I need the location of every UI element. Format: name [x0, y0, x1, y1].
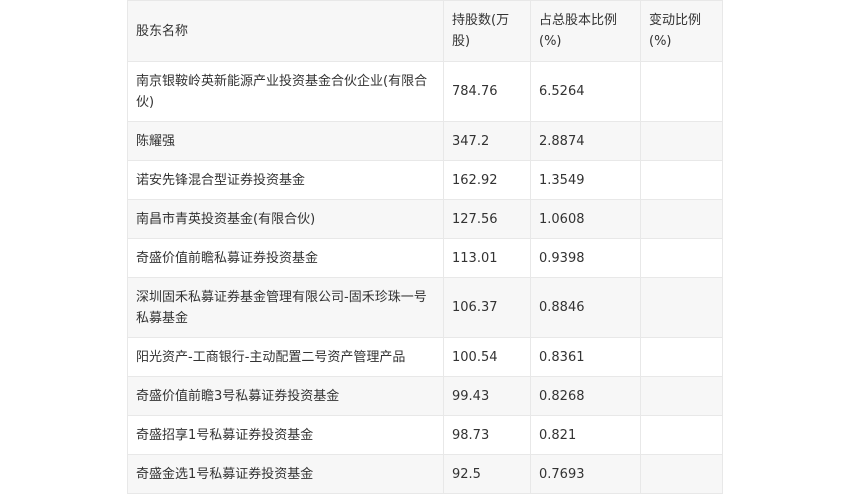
- cell-shares-held: 92.5: [443, 454, 531, 494]
- table-header-row: 股东名称 持股数(万股) 占总股本比例(%) 变动比例(%): [127, 0, 723, 62]
- cell-shares-held: 784.76: [443, 61, 531, 122]
- cell-change-ratio: [640, 121, 723, 161]
- cell-shareholder-name: 南京银鞍岭英新能源产业投资基金合伙企业(有限合伙): [127, 61, 444, 122]
- cell-shareholder-name: 诺安先锋混合型证券投资基金: [127, 160, 444, 200]
- cell-share-ratio: 0.821: [530, 415, 641, 455]
- cell-shareholder-name: 奇盛价值前瞻3号私募证券投资基金: [127, 376, 444, 416]
- table-row: 南京银鞍岭英新能源产业投资基金合伙企业(有限合伙) 784.76 6.5264: [127, 61, 723, 122]
- cell-share-ratio: 1.0608: [530, 199, 641, 239]
- cell-share-ratio: 0.8361: [530, 337, 641, 377]
- header-shares-held: 持股数(万股): [443, 0, 531, 62]
- cell-share-ratio: 1.3549: [530, 160, 641, 200]
- cell-share-ratio: 0.9398: [530, 238, 641, 278]
- table-row: 诺安先锋混合型证券投资基金 162.92 1.3549: [127, 160, 723, 200]
- cell-shares-held: 162.92: [443, 160, 531, 200]
- shareholder-table: 股东名称 持股数(万股) 占总股本比例(%) 变动比例(%) 南京银鞍岭英新能源…: [127, 0, 723, 494]
- cell-change-ratio: [640, 238, 723, 278]
- cell-change-ratio: [640, 415, 723, 455]
- cell-shares-held: 98.73: [443, 415, 531, 455]
- cell-shareholder-name: 奇盛金选1号私募证券投资基金: [127, 454, 444, 494]
- cell-shareholder-name: 南昌市青英投资基金(有限合伙): [127, 199, 444, 239]
- table-row: 奇盛招享1号私募证券投资基金 98.73 0.821: [127, 415, 723, 455]
- cell-share-ratio: 2.8874: [530, 121, 641, 161]
- cell-shares-held: 100.54: [443, 337, 531, 377]
- table-row: 南昌市青英投资基金(有限合伙) 127.56 1.0608: [127, 199, 723, 239]
- cell-shares-held: 106.37: [443, 277, 531, 338]
- cell-shareholder-name: 奇盛招享1号私募证券投资基金: [127, 415, 444, 455]
- cell-shares-held: 113.01: [443, 238, 531, 278]
- cell-shareholder-name: 深圳固禾私募证券基金管理有限公司-固禾珍珠一号私募基金: [127, 277, 444, 338]
- cell-change-ratio: [640, 199, 723, 239]
- cell-share-ratio: 0.7693: [530, 454, 641, 494]
- cell-share-ratio: 0.8268: [530, 376, 641, 416]
- table-row: 阳光资产-工商银行-主动配置二号资产管理产品 100.54 0.8361: [127, 337, 723, 377]
- cell-change-ratio: [640, 454, 723, 494]
- header-change-ratio: 变动比例(%): [640, 0, 723, 62]
- table-row: 陈耀强 347.2 2.8874: [127, 121, 723, 161]
- cell-change-ratio: [640, 160, 723, 200]
- cell-share-ratio: 0.8846: [530, 277, 641, 338]
- cell-shareholder-name: 陈耀强: [127, 121, 444, 161]
- table-row: 深圳固禾私募证券基金管理有限公司-固禾珍珠一号私募基金 106.37 0.884…: [127, 277, 723, 338]
- table-row: 奇盛价值前瞻3号私募证券投资基金 99.43 0.8268: [127, 376, 723, 416]
- cell-shares-held: 347.2: [443, 121, 531, 161]
- cell-change-ratio: [640, 61, 723, 122]
- cell-shareholder-name: 阳光资产-工商银行-主动配置二号资产管理产品: [127, 337, 444, 377]
- table-row: 奇盛价值前瞻私募证券投资基金 113.01 0.9398: [127, 238, 723, 278]
- header-shareholder-name: 股东名称: [127, 0, 444, 62]
- cell-shares-held: 127.56: [443, 199, 531, 239]
- cell-change-ratio: [640, 376, 723, 416]
- cell-change-ratio: [640, 337, 723, 377]
- cell-shareholder-name: 奇盛价值前瞻私募证券投资基金: [127, 238, 444, 278]
- cell-share-ratio: 6.5264: [530, 61, 641, 122]
- cell-shares-held: 99.43: [443, 376, 531, 416]
- table-row: 奇盛金选1号私募证券投资基金 92.5 0.7693: [127, 454, 723, 494]
- shareholder-table-container: 股东名称 持股数(万股) 占总股本比例(%) 变动比例(%) 南京银鞍岭英新能源…: [127, 0, 723, 494]
- cell-change-ratio: [640, 277, 723, 338]
- header-share-ratio: 占总股本比例(%): [530, 0, 641, 62]
